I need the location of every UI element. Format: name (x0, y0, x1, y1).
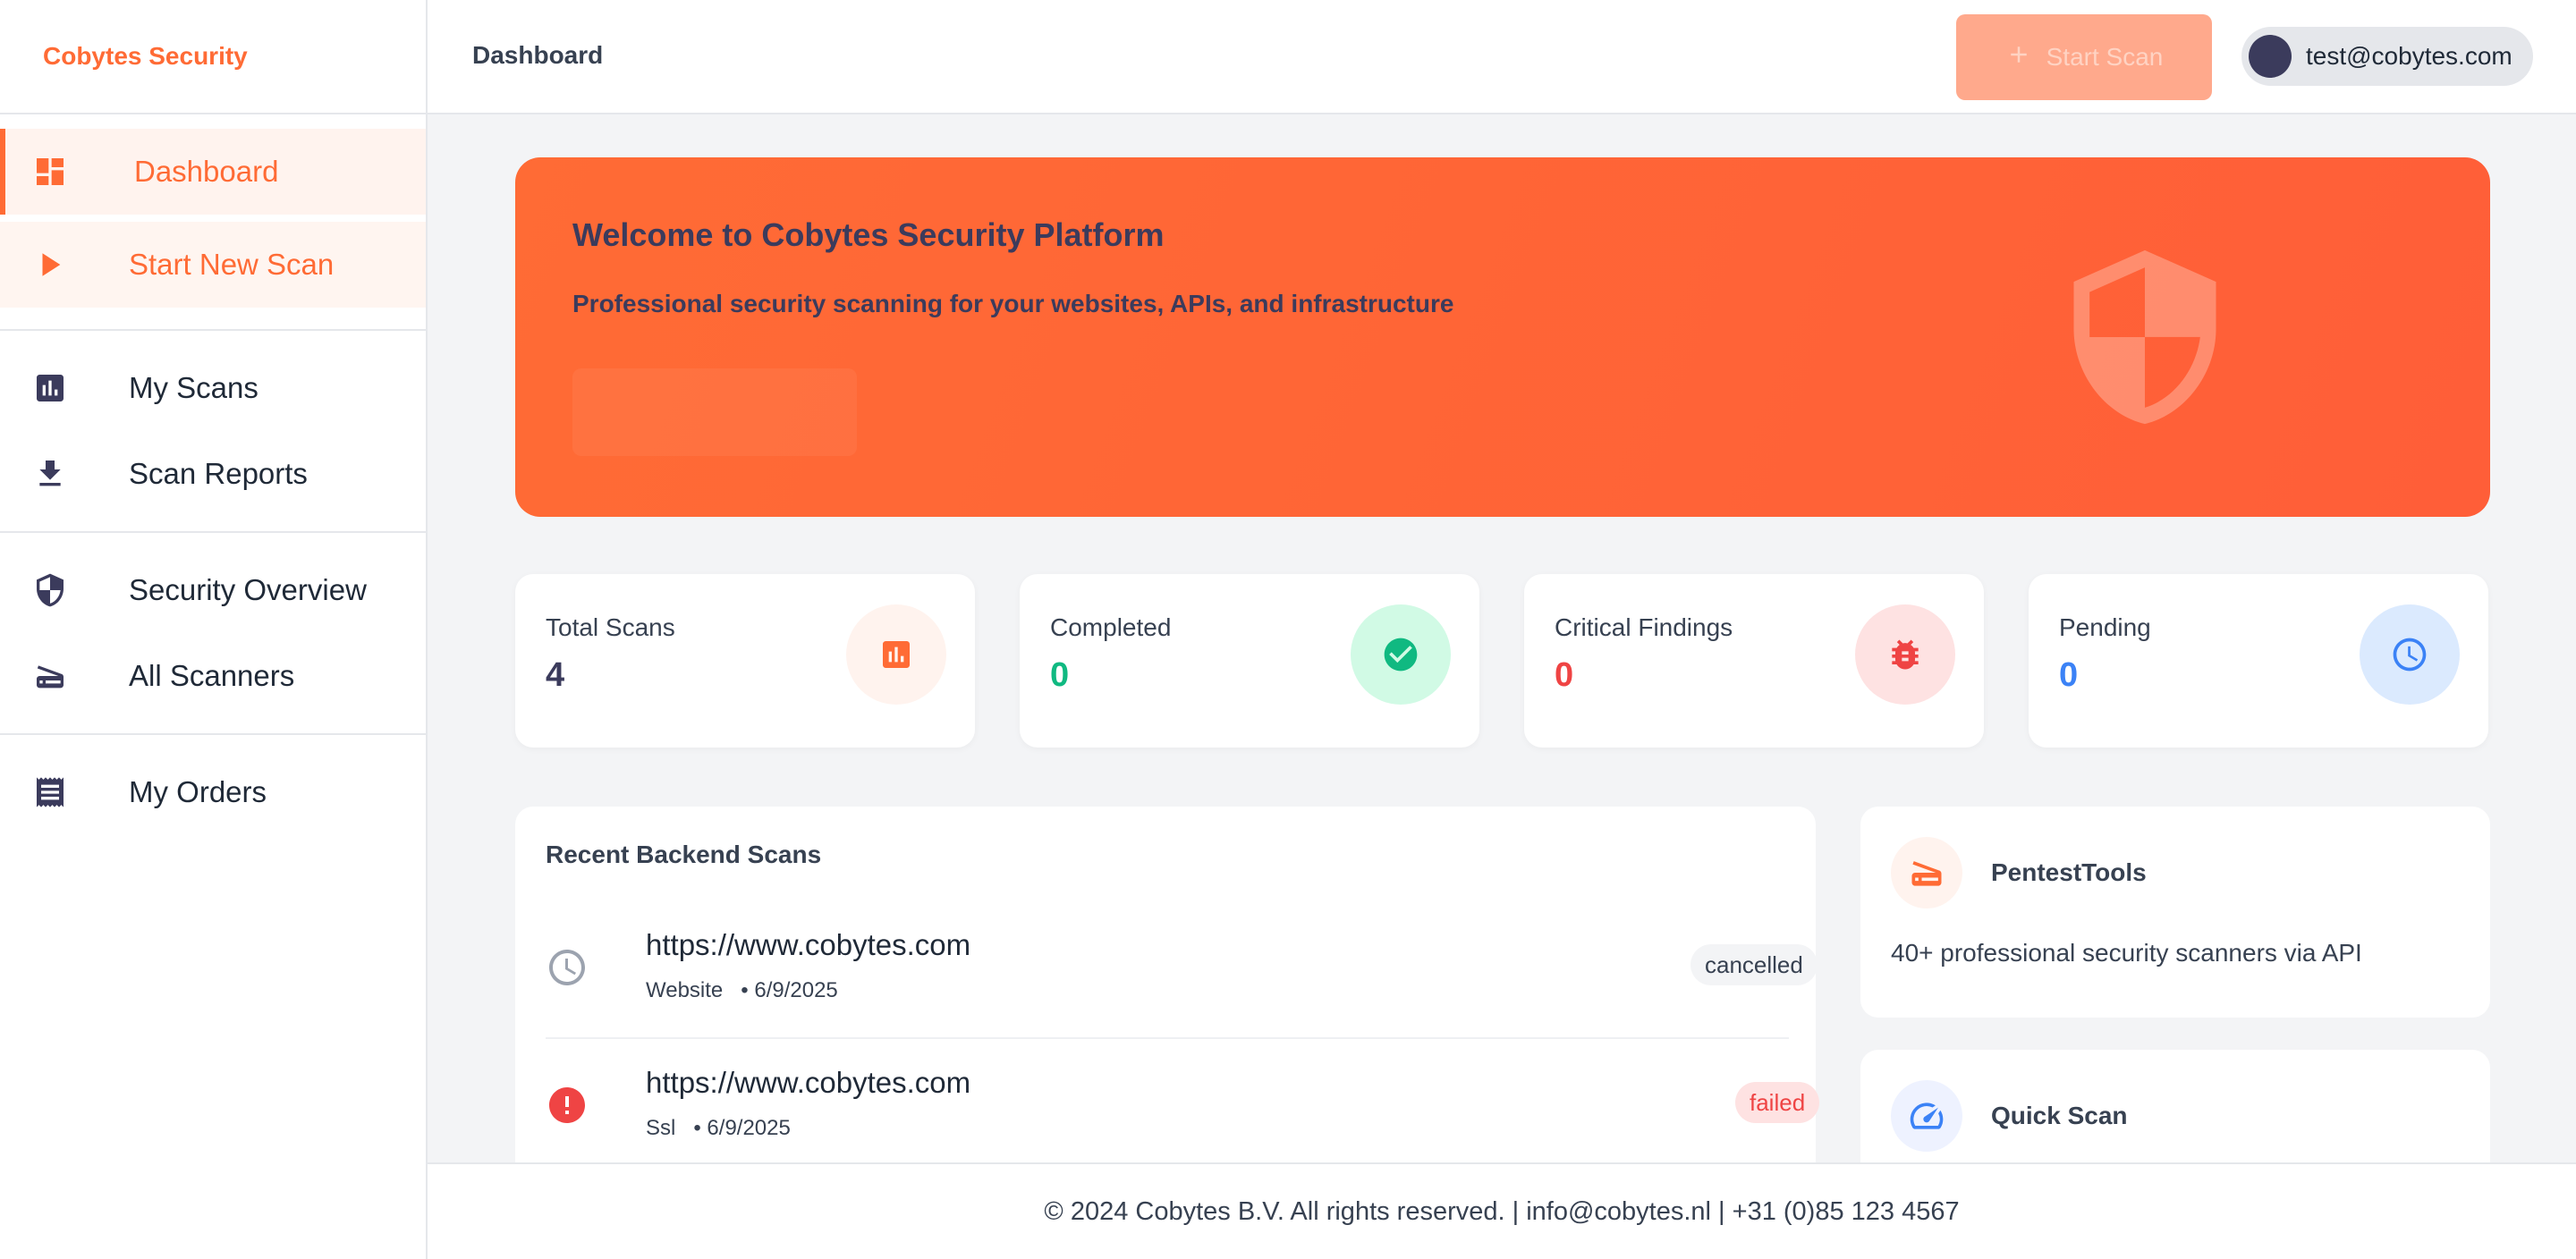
scan-row[interactable]: https://www.cobytes.com Website • 6/9/20… (546, 907, 1818, 1044)
nav-group-main: Dashboard Start New Scan (0, 114, 426, 331)
sidebar-item-label: My Orders (129, 775, 267, 808)
stat-label: Completed (1050, 613, 1172, 641)
stat-card-completed: Completed 0 (1020, 574, 1479, 748)
receipt-icon (32, 774, 68, 810)
status-badge: failed (1735, 1082, 1820, 1123)
pentesttools-card[interactable]: PentestTools 40+ professional security s… (1860, 807, 2490, 1018)
nav-group-scans: My Scans Scan Reports (0, 331, 426, 533)
stat-card-pending: Pending 0 (2029, 574, 2488, 748)
welcome-banner: Welcome to Cobytes Security Platform Pro… (515, 157, 2490, 517)
speedometer-icon (1891, 1080, 1962, 1152)
sidebar: Cobytes Security Dashboard Start New Sca… (0, 0, 428, 1259)
scan-date: 6/9/2025 (707, 1116, 791, 1140)
scan-type: Ssl (646, 1116, 676, 1140)
sidebar-item-all-scanners[interactable]: All Scanners (0, 633, 426, 719)
sidebar-item-start-new-scan[interactable]: Start New Scan (0, 222, 426, 308)
bullet: • (728, 978, 755, 1002)
scan-meta: Website • 6/9/2025 (646, 978, 838, 1003)
user-email: test@cobytes.com (2306, 42, 2512, 70)
start-scan-button[interactable]: Start Scan (1956, 14, 2212, 100)
nav-group-security: Security Overview All Scanners (0, 533, 426, 735)
stat-value: 0 (1555, 656, 1574, 694)
stat-value: 0 (1050, 656, 1070, 694)
sidebar-item-label: All Scanners (129, 659, 295, 692)
sidebar-item-scan-reports[interactable]: Scan Reports (0, 431, 426, 517)
stat-card-total-scans: Total Scans 4 (515, 574, 975, 748)
clock-icon (2360, 604, 2460, 705)
scanner-icon (32, 658, 68, 694)
welcome-subtitle: Professional security scanning for your … (572, 290, 1454, 317)
bug-icon (1855, 604, 1955, 705)
bar-chart-icon (32, 370, 68, 406)
sidebar-item-dashboard[interactable]: Dashboard (0, 129, 426, 215)
bullet: • (682, 1116, 708, 1140)
row-divider (546, 1037, 1789, 1039)
footer: © 2024 Cobytes B.V. All rights reserved.… (428, 1162, 2576, 1259)
start-scan-label: Start Scan (2046, 43, 2164, 71)
shield-icon (32, 572, 68, 608)
card-description: 40+ professional security scanners via A… (1891, 939, 2362, 967)
stat-label: Critical Findings (1555, 613, 1733, 641)
page-title: Dashboard (472, 41, 604, 69)
scan-row[interactable]: https://www.cobytes.com Ssl • 6/9/2025 f… (546, 1044, 1820, 1182)
sidebar-item-label: Security Overview (129, 573, 367, 606)
download-icon (32, 456, 68, 492)
sidebar-item-security-overview[interactable]: Security Overview (0, 547, 426, 633)
welcome-title: Welcome to Cobytes Security Platform (572, 216, 1165, 253)
sidebar-item-label: My Scans (129, 371, 258, 404)
scan-url: https://www.cobytes.com (646, 1066, 971, 1099)
stat-card-critical-findings: Critical Findings 0 (1524, 574, 1984, 748)
brand: Cobytes Security (0, 0, 426, 114)
banner-action-button[interactable] (572, 368, 857, 456)
clock-icon (546, 946, 589, 989)
bar-chart-icon (846, 604, 946, 705)
scan-meta: Ssl • 6/9/2025 (646, 1116, 791, 1141)
stat-value: 0 (2059, 656, 2079, 694)
sidebar-item-my-scans[interactable]: My Scans (0, 345, 426, 431)
plus-icon (2005, 41, 2032, 74)
sidebar-item-my-orders[interactable]: My Orders (0, 749, 426, 835)
card-title: PentestTools (1991, 858, 2147, 886)
stat-label: Pending (2059, 613, 2151, 641)
card-title: Quick Scan (1991, 1102, 2128, 1129)
play-icon (32, 247, 68, 283)
sidebar-item-label: Scan Reports (129, 457, 308, 490)
recent-scans-title: Recent Backend Scans (546, 841, 822, 868)
topbar: Dashboard Start Scan test@cobytes.com (428, 0, 2576, 114)
scan-url: https://www.cobytes.com (646, 928, 971, 961)
brand-name[interactable]: Cobytes Security (43, 42, 248, 71)
sidebar-item-label: Dashboard (134, 155, 279, 188)
status-badge: cancelled (1690, 944, 1818, 985)
nav-group-orders: My Orders (0, 735, 426, 849)
user-menu[interactable]: test@cobytes.com (2241, 27, 2533, 86)
check-circle-icon (1351, 604, 1451, 705)
error-icon (546, 1084, 589, 1127)
dashboard-icon (32, 154, 68, 190)
stat-value: 4 (546, 656, 565, 694)
scan-date: 6/9/2025 (754, 978, 838, 1002)
avatar (2249, 35, 2292, 78)
scanner-icon (1891, 837, 1962, 908)
scan-type: Website (646, 978, 724, 1002)
sidebar-item-label: Start New Scan (129, 248, 335, 281)
shield-icon (2050, 234, 2240, 444)
stat-label: Total Scans (546, 613, 675, 641)
footer-text: © 2024 Cobytes B.V. All rights reserved.… (1044, 1196, 1960, 1226)
